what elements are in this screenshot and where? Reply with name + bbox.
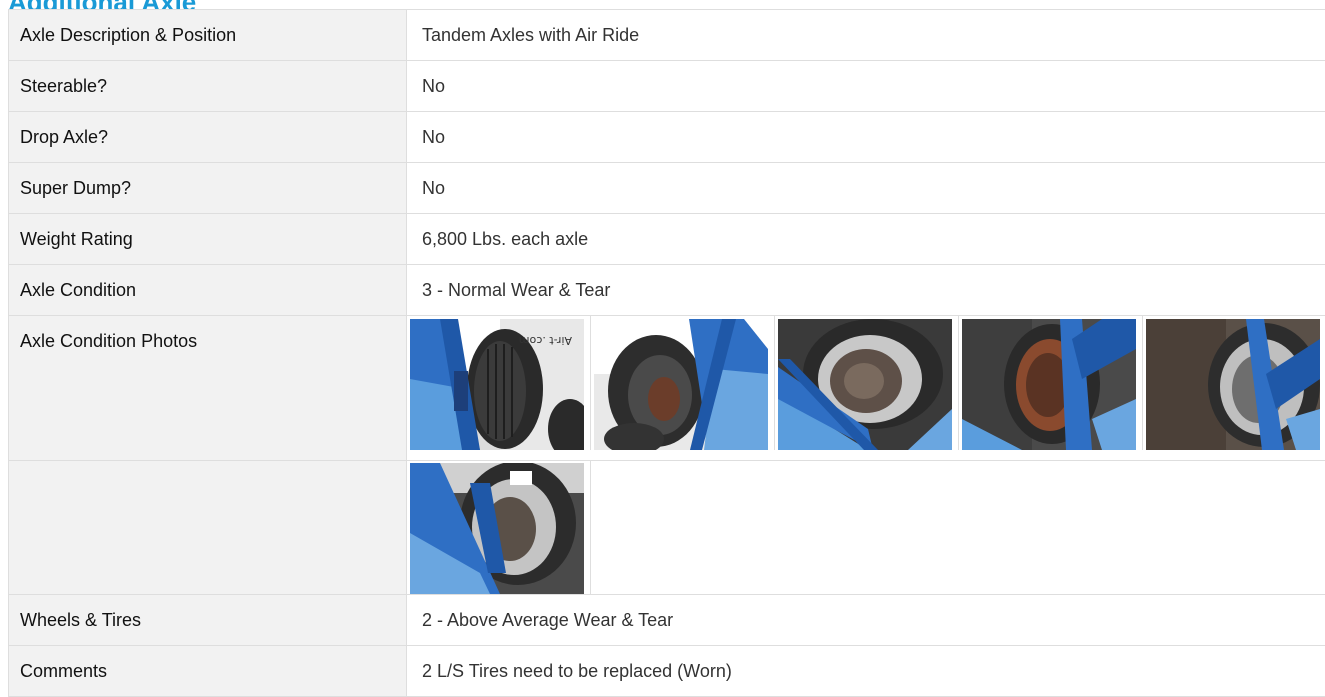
row-label: Axle Description & Position [9,10,407,61]
row-label: Axle Condition [9,265,407,316]
row-label: Steerable? [9,61,407,112]
axle-photo-6[interactable] [410,463,584,594]
table-row-photos: Axle Condition Photos [9,316,1325,461]
row-label: Wheels & Tires [9,595,407,646]
photo-cell [591,316,775,450]
axle-photo-5[interactable] [1146,319,1320,450]
photo-gallery [407,461,1325,595]
axle-photo-1[interactable]: Air-t .com [410,319,584,450]
row-label [9,461,407,595]
row-label: Drop Axle? [9,112,407,163]
photo-decal-text: Air-t .com [519,334,572,347]
photo-cell [959,316,1143,450]
row-label: Weight Rating [9,214,407,265]
row-value: 2 - Above Average Wear & Tear [407,595,1325,646]
row-value: 2 L/S Tires need to be replaced (Worn) [407,646,1325,697]
axle-photo-4[interactable] [962,319,1136,450]
axle-spec-table: Axle Description & Position Tandem Axles… [8,9,1325,697]
photo-cell [407,461,591,594]
row-value: No [407,61,1325,112]
table-row-photos [9,461,1325,595]
table-row: Steerable? No [9,61,1325,112]
axle-photo-3[interactable] [778,319,952,450]
table-row: Weight Rating 6,800 Lbs. each axle [9,214,1325,265]
row-label: Super Dump? [9,163,407,214]
table-row: Wheels & Tires 2 - Above Average Wear & … [9,595,1325,646]
row-value: 3 - Normal Wear & Tear [407,265,1325,316]
table-row: Super Dump? No [9,163,1325,214]
table-row: Axle Description & Position Tandem Axles… [9,10,1325,61]
row-value: 6,800 Lbs. each axle [407,214,1325,265]
axle-photo-2[interactable] [594,319,768,450]
photo-gallery: Air-t .com [407,316,1325,461]
table-row: Drop Axle? No [9,112,1325,163]
photo-cell [1143,316,1325,450]
photo-cell: Air-t .com [407,316,591,450]
row-value: No [407,163,1325,214]
row-value: No [407,112,1325,163]
photo-cell [775,316,959,450]
table-row: Comments 2 L/S Tires need to be replaced… [9,646,1325,697]
row-label: Axle Condition Photos [9,316,407,461]
table-row: Axle Condition 3 - Normal Wear & Tear [9,265,1325,316]
row-value: Tandem Axles with Air Ride [407,10,1325,61]
row-label: Comments [9,646,407,697]
